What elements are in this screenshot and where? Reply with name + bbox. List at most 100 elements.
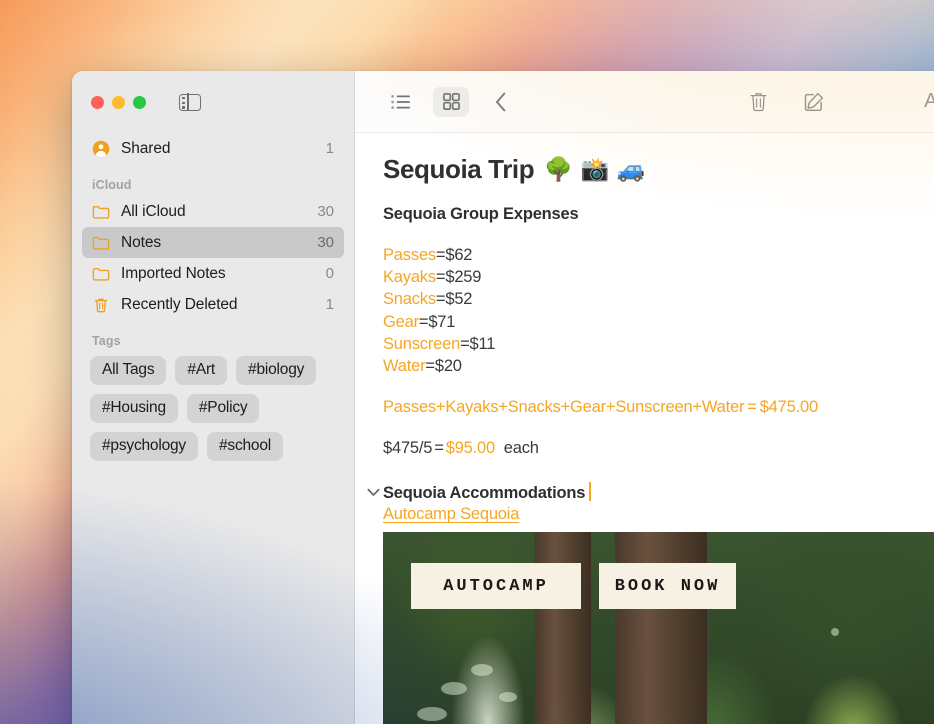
autocamp-sequoia-link[interactable]: Autocamp Sequoia [383,505,519,524]
sum-expression: Passes+Kayaks+Snacks+Gear+Sunscreen+Wate… [383,398,745,417]
tag-policy[interactable]: #Policy [186,394,260,423]
folder-icon [92,267,110,281]
expense-eq: = [418,312,429,331]
autocamp-brand-button[interactable]: AUTOCAMP [411,563,581,610]
sidebar-item-recently-deleted[interactable]: Recently Deleted 1 [82,289,344,320]
sidebar-item-count: 1 [325,140,334,157]
compose-note-button[interactable] [796,87,832,117]
sidebar-item-count: 30 [317,203,334,220]
tree-trunk [535,532,591,724]
sum-equals: = [747,398,757,417]
expense-eq: = [425,356,435,375]
sidebar-item-label: Shared [121,139,171,157]
shared-person-icon [92,140,110,157]
car-emoji: 🚙 [616,156,646,183]
trash-icon [750,93,766,112]
note-content-pane: Aa [355,71,934,724]
expense-name: Water [383,356,426,375]
tag-housing[interactable]: #Housing [90,394,178,423]
sidebar-top-rows: Shared 1 [72,133,354,164]
list-view-icon [391,94,410,109]
sidebar-item-label: Recently Deleted [121,295,238,313]
expense-name: Snacks [383,290,436,309]
format-button[interactable]: Aa [916,87,934,117]
expense-variable-list: Passes=$62 Kayaks=$259 Snacks=$52 Gear=$… [383,244,934,377]
sidebar-group-icloud-title: iCloud [92,178,132,192]
camera-emoji: 📸 [580,156,609,183]
expense-value: $52 [445,290,473,309]
expense-eq: = [435,245,446,264]
accommodations-heading: Sequoia Accommodations [383,482,592,503]
expense-row: Passes=$62 [383,244,934,266]
tag-school[interactable]: #school [206,432,283,461]
chevron-down-icon[interactable] [364,488,383,497]
gallery-view-icon [442,93,460,110]
note-body[interactable]: Sequoia Trip 🌳 📸 🚙 Sequoia Group Expense… [355,133,934,724]
expense-name: Gear [383,312,419,331]
sidebar-item-label: Imported Notes [121,264,226,282]
sidebar-item-all-icloud[interactable]: All iCloud 30 [82,196,344,227]
autocamp-brand-label: AUTOCAMP [443,576,549,596]
sidebar-item-count: 0 [325,265,334,282]
expense-value: $259 [445,268,482,287]
delete-note-button[interactable] [740,87,776,117]
expense-row: Gear=$71 [383,311,934,333]
tags-list: All Tags #Art #biology #Housing #Policy … [72,352,355,461]
sidebar-item-shared[interactable]: Shared 1 [82,133,344,164]
expense-value: $62 [445,245,473,264]
list-view-button[interactable] [383,87,419,117]
sidebar-toggle-dots [182,96,185,112]
zoom-button[interactable] [133,95,146,109]
folder-icon [92,205,110,219]
sidebar-item-label: Notes [121,233,161,251]
expense-eq: = [435,290,446,309]
gallery-view-button[interactable] [433,86,469,117]
expense-row: Sunscreen=$11 [383,333,934,355]
sidebar-group-tags-title: Tags [92,334,121,348]
text-cursor [589,482,592,502]
sidebar-icloud-rows: All iCloud 30 Notes 30 Imported Notes 0 [72,196,354,320]
desktop-wallpaper: Shared 1 iCloud All iCloud 30 Notes 30 I… [0,0,934,724]
sum-line: Passes+Kayaks+Snacks+Gear+Sunscreen+Wate… [383,398,934,417]
note-title-text: Sequoia Trip [383,154,535,184]
sidebar-item-notes[interactable]: Notes 30 [82,227,344,258]
note-toolbar: Aa [355,71,934,133]
expense-name: Sunscreen [383,334,461,353]
expense-eq: = [460,334,470,353]
note-title: Sequoia Trip 🌳 📸 🚙 [383,154,934,185]
folder-icon [92,236,110,250]
expense-eq: = [435,268,446,287]
expense-value: $11 [469,334,496,353]
sidebar-item-count: 1 [325,296,334,313]
back-button[interactable] [483,87,519,117]
window-titlebar [72,71,354,133]
compose-note-icon [804,92,824,111]
tree-emoji: 🌳 [544,156,573,183]
per-person-suffix: each [503,439,539,458]
tag-biology[interactable]: #biology [236,356,317,385]
sidebar-toggle-icon[interactable] [179,92,201,112]
per-person-equals: = [434,439,444,458]
per-person-line: $475/5 = $95.00 each [383,439,934,458]
sidebar-item-imported-notes[interactable]: Imported Notes 0 [82,258,344,289]
note-subtitle: Sequoia Group Expenses [383,204,579,223]
expense-row: Kayaks=$259 [383,266,934,288]
format-label: Aa [924,90,934,112]
autocamp-sequoia-photo[interactable]: AUTOCAMP BOOK NOW [383,532,934,724]
expense-value: $71 [428,312,456,331]
per-person-result: $95.00 [445,439,495,458]
book-now-button[interactable]: BOOK NOW [599,563,736,610]
tag-psychology[interactable]: #psychology [90,432,198,461]
accommodations-section-header[interactable]: Sequoia Accommodations [364,482,934,503]
trash-icon [94,298,108,312]
sidebar-item-count: 30 [317,234,334,251]
book-now-label: BOOK NOW [614,576,721,596]
sidebar-item-label: All iCloud [121,202,186,220]
tree-trunk [615,532,707,724]
minimize-button[interactable] [112,95,125,109]
tag-art[interactable]: #Art [175,356,228,385]
close-button[interactable] [91,95,104,109]
sidebar: Shared 1 iCloud All iCloud 30 Notes 30 I… [72,71,355,724]
expense-row: Water=$20 [383,355,934,377]
tag-all-tags[interactable]: All Tags [90,356,167,385]
